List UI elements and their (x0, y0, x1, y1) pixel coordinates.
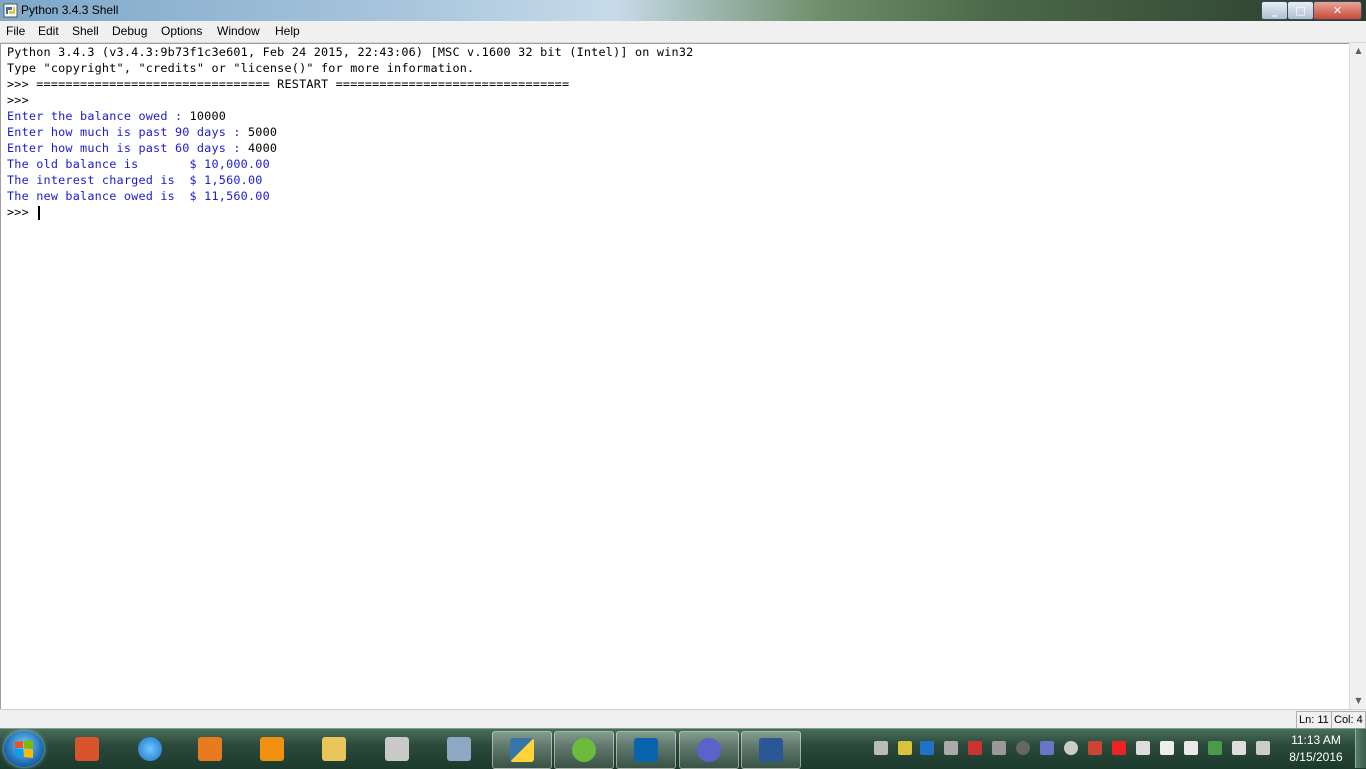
network-drive-icon[interactable] (944, 741, 958, 755)
menu-options[interactable]: Options (161, 24, 202, 38)
user-input: 10000 (189, 109, 227, 123)
camera-icon[interactable] (1016, 741, 1030, 755)
taskbar-calculator[interactable] (430, 731, 488, 767)
menu-bar: File Edit Shell Debug Options Window Hel… (0, 21, 1366, 43)
scanner-icon (385, 737, 409, 761)
outlook-tray-icon[interactable] (920, 741, 934, 755)
user-input: 4000 (247, 141, 278, 155)
maximize-button[interactable]: □ (1287, 1, 1314, 20)
menu-help[interactable]: Help (275, 24, 300, 38)
volume-muted-icon[interactable] (1232, 741, 1246, 755)
input-prompt-text: Enter how much is past 90 days : (7, 125, 248, 139)
python-idle-icon (3, 3, 18, 18)
status-bar: Ln: 11 Col: 4 (0, 709, 1366, 729)
menu-file[interactable]: File (6, 24, 25, 38)
result-line: The interest charged is $ 1,560.00 (7, 173, 263, 187)
close-button[interactable]: ✕ (1313, 1, 1362, 20)
user-input: 5000 (247, 125, 278, 139)
taskbar (0, 728, 1366, 769)
printer-icon[interactable] (874, 741, 888, 755)
shell-text-area[interactable]: Python 3.4.3 (v3.4.3:9b73f1c3e601, Feb 2… (0, 43, 1350, 710)
taskbar-internet-explorer[interactable] (121, 731, 179, 767)
result-line: The new balance owed is $ 11,560.00 (7, 189, 270, 203)
banner-line: Type "copyright", "credits" or "license(… (7, 61, 475, 75)
output-line: Enter how much is past 60 days : 4000 (7, 141, 277, 155)
banner-line: Python 3.4.3 (v3.4.3:9b73f1c3e601, Feb 2… (7, 45, 694, 59)
maximize-icon: □ (1295, 4, 1306, 17)
taskbar-outlook[interactable] (616, 731, 676, 769)
input-prompt-text: Enter the balance owed : (7, 109, 190, 123)
window-title: Python 3.4.3 Shell (21, 3, 119, 17)
result-line: The old balance is $ 10,000.00 (7, 157, 270, 171)
column-number: Col: 4 (1331, 711, 1366, 729)
close-icon: ✕ (1332, 4, 1343, 17)
input-prompt-text: Enter how much is past 60 days : (7, 141, 248, 155)
output-line: Enter how much is past 90 days : 5000 (7, 125, 277, 139)
minimize-icon: _ (1271, 4, 1278, 17)
internet-explorer-icon (138, 737, 162, 761)
clock-time[interactable]: 11:13 AM (1284, 733, 1348, 747)
scroll-up-icon[interactable]: ▲ (1350, 43, 1366, 59)
action-center-flag-icon[interactable] (1160, 741, 1174, 755)
display-icon[interactable] (1136, 741, 1150, 755)
vertical-scrollbar[interactable]: ▲ ▼ (1349, 43, 1366, 709)
taskbar-amazon[interactable] (243, 731, 301, 767)
wifi-signal-icon[interactable] (1184, 741, 1198, 755)
show-desktop-button[interactable] (1355, 729, 1366, 768)
security-icon[interactable] (1088, 741, 1102, 755)
taskbar-android-studio[interactable] (554, 731, 614, 769)
bulb-icon[interactable] (1064, 741, 1078, 755)
taskbar-presentation-app[interactable] (58, 731, 116, 767)
windows-logo-icon (15, 740, 33, 758)
folder-icon (322, 737, 346, 761)
outlook-icon (634, 738, 658, 762)
shield-icon[interactable] (898, 741, 912, 755)
menu-shell[interactable]: Shell (72, 24, 99, 38)
prompt: >>> (7, 93, 37, 107)
infinity-icon (697, 738, 721, 762)
infinity-tray-icon[interactable] (1040, 741, 1054, 755)
calculator-icon (447, 737, 471, 761)
presentation-app-icon (75, 737, 99, 761)
menu-debug[interactable]: Debug (112, 24, 147, 38)
word-icon (759, 738, 783, 762)
n-app-icon[interactable] (1112, 741, 1126, 755)
amazon-icon (260, 737, 284, 761)
text-cursor (38, 206, 40, 220)
pdf-icon[interactable] (968, 741, 982, 755)
prompt: >>> (7, 205, 37, 219)
output-line: Enter the balance owed : 10000 (7, 109, 226, 123)
start-button[interactable] (4, 731, 44, 767)
taskbar-media-player[interactable] (181, 731, 239, 767)
menu-edit[interactable]: Edit (38, 24, 59, 38)
app-tray-icon[interactable] (992, 741, 1006, 755)
taskbar-scanner[interactable] (368, 731, 426, 767)
taskbar-word[interactable] (741, 731, 801, 769)
battery-icon[interactable] (1208, 741, 1222, 755)
sync-icon[interactable] (1256, 741, 1270, 755)
android-studio-icon (572, 738, 596, 762)
taskbar-python[interactable] (492, 731, 552, 769)
scroll-down-icon[interactable]: ▼ (1350, 693, 1366, 709)
python-icon (510, 738, 534, 762)
restart-line: >>> ================================ RES… (7, 77, 570, 91)
media-player-icon (198, 737, 222, 761)
window-title-bar[interactable]: Python 3.4.3 Shell _ □ ✕ (0, 0, 1366, 21)
taskbar-infinity-app[interactable] (679, 731, 739, 769)
menu-window[interactable]: Window (217, 24, 260, 38)
minimize-button[interactable]: _ (1261, 1, 1288, 20)
taskbar-file-explorer[interactable] (305, 731, 363, 767)
clock-date[interactable]: 8/15/2016 (1284, 750, 1348, 764)
line-number: Ln: 11 (1296, 711, 1332, 729)
